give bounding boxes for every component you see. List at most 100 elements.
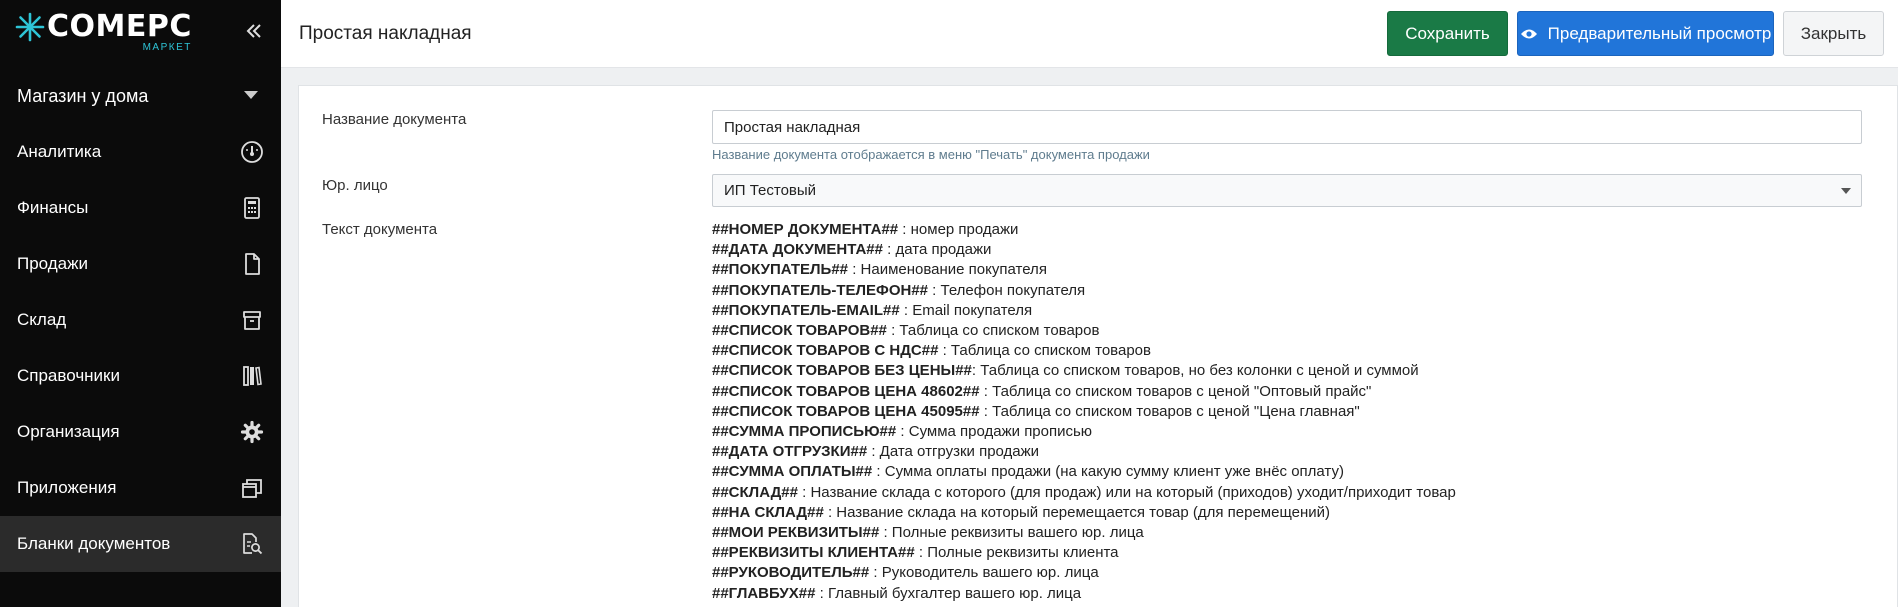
logo: COMEPC МАРКЕТ xyxy=(15,10,192,54)
sidebar-item-label: Склад xyxy=(17,310,67,329)
template-variable: ##СКЛАД## : Название склада с которого (… xyxy=(712,483,1862,503)
form-card: Название документа Название документа от… xyxy=(298,85,1898,607)
variable-tag: ##МОИ РЕКВИЗИТЫ## xyxy=(712,524,880,542)
variable-tag: ##СПИСОК ТОВАРОВ С НДС## xyxy=(712,342,939,360)
sidebar-item-directories[interactable]: Справочники xyxy=(0,348,281,404)
save-button[interactable]: Сохранить xyxy=(1387,11,1508,56)
variable-description: : Таблица со списком товаров с ценой "Це… xyxy=(979,402,1360,420)
legal-entity-value: ИП Тестовый xyxy=(724,182,817,199)
variable-tag: ##ДАТА ДОКУМЕНТА## xyxy=(712,241,883,259)
variable-description: : Полные реквизиты вашего юр. лица xyxy=(879,524,1144,542)
logo-word: COMEPC xyxy=(47,9,192,44)
variable-tag: ##СПИСОК ТОВАРОВ БЕЗ ЦЕНЫ## xyxy=(712,362,972,380)
variable-tag: ##СУММА ПРОПИСЬЮ## xyxy=(712,423,897,441)
template-variable: ##ПОКУПАТЕЛЬ## : Наименование покупателя xyxy=(712,260,1862,280)
variable-description: : Главный бухгалтер вашего юр. лица xyxy=(815,584,1082,602)
template-variable: ##ГЛАВБУХ## : Главный бухгалтер вашего ю… xyxy=(712,584,1862,604)
variable-tag: ##СПИСОК ТОВАРОВ## xyxy=(712,322,887,340)
sidebar-item-label: Справочники xyxy=(17,366,120,385)
variable-description: : Сумма оплаты продажи (на какую сумму к… xyxy=(872,463,1344,481)
template-variable: ##СПИСОК ТОВАРОВ С НДС## : Таблица со сп… xyxy=(712,341,1862,361)
preview-button[interactable]: Предварительный просмотр xyxy=(1517,11,1774,56)
variable-tag: ##ПОКУПАТЕЛЬ-ТЕЛЕФОН## xyxy=(712,281,929,299)
sidebar-item-label: Финансы xyxy=(17,198,89,217)
document-search-icon xyxy=(243,533,263,555)
variable-description: : Телефон покупателя xyxy=(928,281,1086,299)
sidebar-item-analytics[interactable]: Аналитика xyxy=(0,124,281,180)
sidebar-item-organization[interactable]: Организация xyxy=(0,404,281,460)
variable-tag: ##ГЛАВБУХ## xyxy=(712,584,816,602)
variable-description: : Email покупателя xyxy=(899,301,1033,319)
logo-star-icon xyxy=(15,12,45,42)
sidebar-item-label: Приложения xyxy=(17,478,117,497)
document-name-input[interactable] xyxy=(712,110,1862,144)
gauge-icon xyxy=(241,141,263,163)
template-variable: ##ПОКУПАТЕЛЬ-ТЕЛЕФОН## : Телефон покупат… xyxy=(712,281,1862,301)
sidebar-item-finance[interactable]: Финансы xyxy=(0,180,281,236)
template-variable: ##СПИСОК ТОВАРОВ ЦЕНА 45095## : Таблица … xyxy=(712,402,1862,422)
variable-description: : Руководитель вашего юр. лица xyxy=(869,564,1099,582)
variable-description: : Сумма продажи прописью xyxy=(896,423,1093,441)
template-variable: ##МОИ РЕКВИЗИТЫ## : Полные реквизиты ваш… xyxy=(712,523,1862,543)
sidebar-item-label: Продажи xyxy=(17,254,88,273)
caret-down-icon xyxy=(244,91,258,99)
eye-icon xyxy=(1520,29,1537,38)
template-variable: ##НА СКЛАД## : Название склада на которы… xyxy=(712,503,1862,523)
variable-tag: ##РУКОВОДИТЕЛЬ## xyxy=(712,564,870,582)
variable-tag: ##НА СКЛАД## xyxy=(712,503,824,521)
sidebar-item-warehouse[interactable]: Склад xyxy=(0,292,281,348)
template-variable: ##ДАТА ОТГРУЗКИ## : Дата отгрузки продаж… xyxy=(712,442,1862,462)
variable-description: : Название склада с которого (для продаж… xyxy=(797,483,1456,501)
variable-tag: ##ПОКУПАТЕЛЬ## xyxy=(712,261,849,279)
legal-entity-select[interactable]: ИП Тестовый xyxy=(712,174,1862,207)
document-text-label: Текст документа xyxy=(322,221,438,238)
preview-button-label: Предварительный просмотр xyxy=(1547,23,1772,43)
template-variable: ##СПИСОК ТОВАРОВ БЕЗ ЦЕНЫ##: Таблица со … xyxy=(712,361,1862,381)
sidebar-item-apps[interactable]: Приложения xyxy=(0,460,281,516)
template-variable: ##СПИСОК ТОВАРОВ ЦЕНА 48602## : Таблица … xyxy=(712,382,1862,402)
books-icon xyxy=(243,366,262,386)
box-icon xyxy=(243,311,261,330)
sidebar-item-label: Бланки документов xyxy=(17,534,171,553)
gear-icon xyxy=(240,420,264,444)
collapse-sidebar-button[interactable] xyxy=(240,17,268,45)
template-variables-list: ##НОМЕР ДОКУМЕНТА## : номер продажи ##ДАТ… xyxy=(712,220,1862,604)
template-variable: ##ДАТА ДОКУМЕНТА## : дата продажи xyxy=(712,240,1862,260)
document-name-hint: Название документа отображается в меню "… xyxy=(712,147,1150,162)
variable-description: : номер продажи xyxy=(898,221,1019,238)
variable-description: : Таблица со списком товаров, но без кол… xyxy=(971,362,1419,380)
variable-tag: ##СПИСОК ТОВАРОВ ЦЕНА 48602## xyxy=(712,382,980,400)
document-icon xyxy=(245,253,260,275)
template-variable: ##РЕКВИЗИТЫ КЛИЕНТА## : Полные реквизиты… xyxy=(712,543,1862,563)
variable-tag: ##СКЛАД## xyxy=(712,483,798,501)
variable-description: : Дата отгрузки продажи xyxy=(867,443,1040,461)
page-header: Простая накладная Сохранить Предваритель… xyxy=(281,0,1898,68)
calculator-icon xyxy=(244,197,260,219)
store-label: Магазин у дома xyxy=(17,85,149,106)
variable-tag: ##СПИСОК ТОВАРОВ ЦЕНА 45095## xyxy=(712,402,980,420)
sidebar-item-label: Организация xyxy=(17,422,120,441)
double-chevron-left-icon xyxy=(246,24,261,38)
sidebar-item-label: Аналитика xyxy=(17,142,102,161)
caret-down-icon xyxy=(1841,188,1851,194)
variable-tag: ##РЕКВИЗИТЫ КЛИЕНТА## xyxy=(712,544,915,562)
variable-description: : Наименование покупателя xyxy=(848,261,1047,279)
variable-tag: ##ДАТА ОТГРУЗКИ## xyxy=(712,443,868,461)
sidebar-item-sales[interactable]: Продажи xyxy=(0,236,281,292)
store-selector[interactable]: Магазин у дома xyxy=(0,70,281,122)
close-button-label: Закрыть xyxy=(1800,23,1867,43)
variable-description: : дата продажи xyxy=(882,241,992,259)
variable-description: : Полные реквизиты клиента xyxy=(914,544,1119,562)
template-variable: ##СУММА ОПЛАТЫ## : Сумма оплаты продажи … xyxy=(712,462,1862,482)
variable-description: : Таблица со списком товаров с ценой "Оп… xyxy=(979,382,1372,400)
save-button-label: Сохранить xyxy=(1405,23,1490,43)
logo-subtitle: МАРКЕТ xyxy=(142,42,192,53)
page-title: Простая накладная xyxy=(299,23,472,44)
template-variable: ##СПИСОК ТОВАРОВ## : Таблица со списком … xyxy=(712,321,1862,341)
template-variable: ##НОМЕР ДОКУМЕНТА## : номер продажи xyxy=(712,220,1862,240)
sidebar-item-document-templates[interactable]: Бланки документов xyxy=(0,516,281,572)
template-variable: ##РУКОВОДИТЕЛЬ## : Руководитель вашего ю… xyxy=(712,563,1862,583)
close-button[interactable]: Закрыть xyxy=(1783,11,1884,56)
variable-tag: ##НОМЕР ДОКУМЕНТА## xyxy=(712,221,899,238)
variable-description: : Таблица со списком товаров xyxy=(938,342,1151,360)
